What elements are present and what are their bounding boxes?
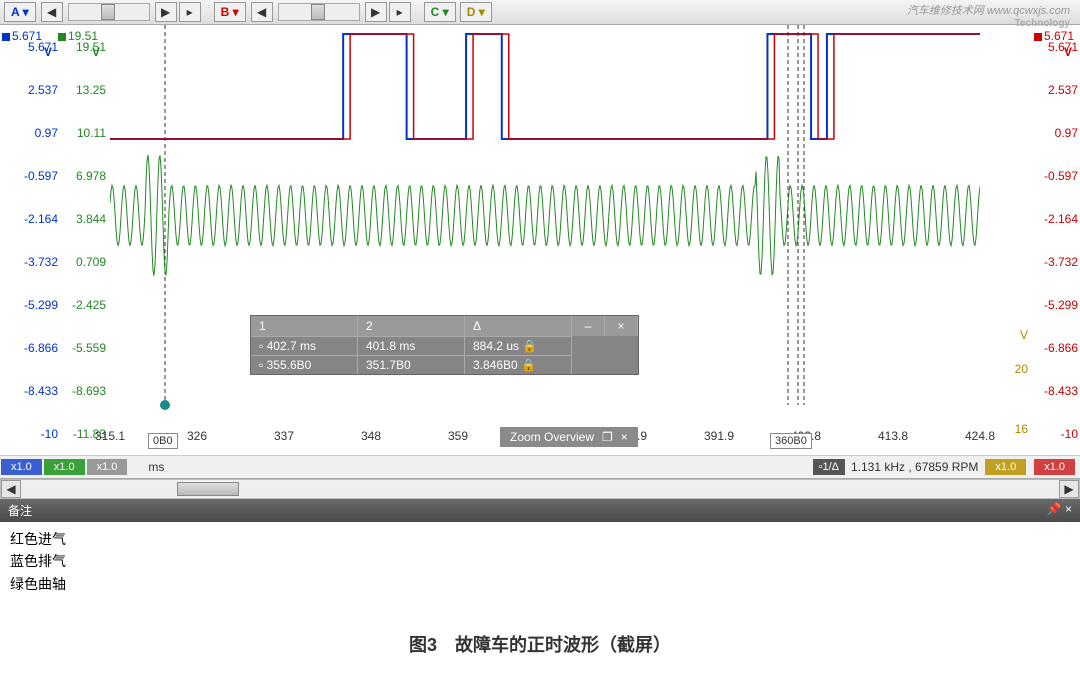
restore-icon[interactable]: ❐ xyxy=(602,430,613,444)
figure-caption: 图3 故障车的正时波形（截屏） xyxy=(0,601,1080,667)
scroll-right-icon[interactable]: ▶ xyxy=(1059,480,1079,498)
watermark-text: 汽车维修技术网 www.qcwxjs.com xyxy=(907,2,1070,18)
prev-button-b[interactable]: ◀ xyxy=(251,2,273,22)
zoom-a[interactable]: x1.0 xyxy=(1,459,42,475)
notes-header: 备注 📌 × xyxy=(0,499,1080,522)
zoom-c[interactable]: x1.0 xyxy=(44,459,85,475)
cursor-measurement-panel[interactable]: 1 2 Δ – × ▫ 402.7 ms 401.8 ms 884.2 us 🔒… xyxy=(250,315,639,375)
pin-icon[interactable]: 📌 × xyxy=(1047,502,1072,519)
y-axis-red: V 5.6712.5370.97-0.597-2.164-3.732-5.299… xyxy=(1030,25,1080,455)
channel-c-button[interactable]: C ▾ xyxy=(424,2,456,22)
close-icon[interactable]: × xyxy=(621,430,628,444)
zoom-b[interactable]: x1.0 xyxy=(1034,459,1075,475)
prev-button[interactable]: ◀ xyxy=(41,2,63,22)
scroll-thumb[interactable] xyxy=(177,482,239,496)
channel-b-button[interactable]: B ▾ xyxy=(214,2,246,22)
channel-b-slider[interactable] xyxy=(278,3,360,21)
notes-body: 红色进气 蓝色排气 绿色曲轴 xyxy=(0,522,1080,601)
zoom-x[interactable]: x1.0 xyxy=(87,459,128,475)
y-axis-gold: V 20 16 xyxy=(980,25,1030,455)
play-button-b[interactable]: ▸ xyxy=(389,2,411,22)
delta-label: ▫1/Δ xyxy=(813,459,845,475)
channel-a-button[interactable]: A ▾ xyxy=(4,2,36,22)
next-button-b[interactable]: ▶ xyxy=(365,2,387,22)
y-axis-green: V 19.5113.2510.116.9783.8440.709-2.425-5… xyxy=(58,25,108,455)
scroll-left-icon[interactable]: ◀ xyxy=(1,480,21,498)
zoom-d[interactable]: x1.0 xyxy=(985,459,1026,475)
channel-d-button[interactable]: D ▾ xyxy=(460,2,492,22)
minimize-icon[interactable]: – xyxy=(572,316,605,336)
close-icon[interactable]: × xyxy=(605,316,638,336)
time-unit: ms xyxy=(148,460,164,474)
zoom-overview-panel[interactable]: Zoom Overview ❐ × xyxy=(500,427,638,447)
y-axis-blue: V 5.6712.5370.97-0.597-2.164-3.732-5.299… xyxy=(0,25,60,455)
play-button[interactable]: ▸ xyxy=(179,2,201,22)
channel-a-slider[interactable] xyxy=(68,3,150,21)
oscilloscope-plot: 5.671 19.51 5.671 V 5.6712.5370.97-0.597… xyxy=(0,25,1080,456)
frequency-readout: 1.131 kHz , 67859 RPM xyxy=(851,460,978,474)
channel-toolbar: A ▾ ◀ ▶ ▸ B ▾ ◀ ▶ ▸ C ▾ D ▾ 汽车维修技术网 www.… xyxy=(0,0,1080,25)
marker-2[interactable]: 360B0 xyxy=(770,433,812,449)
marker-1[interactable]: 0B0 xyxy=(148,433,178,449)
horizontal-scrollbar[interactable]: ◀ ▶ xyxy=(0,479,1080,499)
next-button[interactable]: ▶ xyxy=(155,2,177,22)
zoom-status-bar: x1.0 x1.0 x1.0 ms ▫1/Δ 1.131 kHz , 67859… xyxy=(0,456,1080,479)
